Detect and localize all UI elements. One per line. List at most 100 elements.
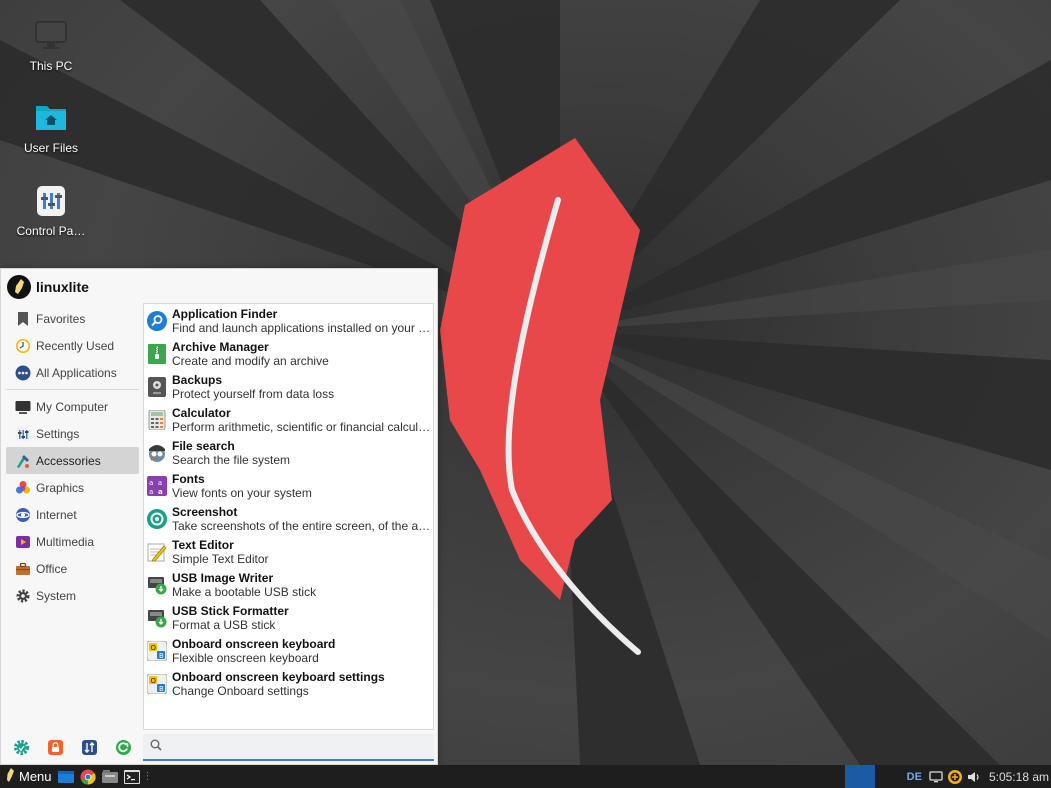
briefcase-icon: [15, 561, 31, 577]
separator-handle-icon: ⋮: [142, 771, 153, 782]
display-icon[interactable]: [928, 769, 944, 785]
file-search-icon: [147, 443, 167, 463]
category-recently-used[interactable]: Recently Used: [6, 332, 139, 359]
menu-header: linuxlite: [7, 275, 89, 299]
app-description: Change Onboard settings: [172, 683, 309, 698]
svg-text:a: a: [158, 488, 163, 496]
category-graphics[interactable]: Graphics: [6, 474, 139, 501]
app-name: Text Editor: [172, 537, 234, 552]
app-item-file-search[interactable]: File search Search the file system: [144, 436, 433, 469]
app-description: Make a bootable USB stick: [172, 584, 317, 599]
menu-footer-actions: [13, 739, 132, 756]
files-icon[interactable]: [101, 769, 118, 785]
text-editor-icon: [147, 542, 167, 562]
category-multimedia[interactable]: Multimedia: [6, 528, 139, 555]
app-description: Search the file system: [172, 452, 291, 467]
app-name: Backups: [172, 372, 223, 387]
search-bar[interactable]: [143, 734, 434, 761]
app-name: Archive Manager: [172, 339, 269, 354]
keyboard-settings-icon: OB: [146, 673, 168, 694]
archive-icon: [147, 343, 167, 364]
category-my-computer[interactable]: My Computer: [6, 393, 139, 420]
username: linuxlite: [36, 279, 89, 295]
avatar[interactable]: [7, 275, 31, 299]
app-item-calculator[interactable]: Calculator Perform arithmetic, scientific…: [144, 403, 433, 436]
all-apps-icon: [15, 365, 31, 381]
logout-icon[interactable]: [115, 739, 132, 756]
gear-icon: [15, 588, 31, 604]
updates-icon[interactable]: [947, 769, 963, 785]
app-name: Onboard onscreen keyboard: [172, 636, 336, 651]
monitor-icon: [33, 18, 69, 54]
desktop-icon-label: User Files: [23, 141, 78, 155]
bookmark-icon: [15, 311, 31, 327]
desktop-icon-user-files[interactable]: User Files: [6, 100, 96, 155]
app-name: USB Stick Formatter: [172, 603, 289, 618]
app-description: Simple Text Editor: [172, 551, 269, 566]
search-input[interactable]: [168, 739, 418, 754]
home-folder-icon: [33, 100, 69, 136]
clock-icon: [15, 338, 31, 354]
app-item-fonts[interactable]: aaaa Fonts View fonts on your system: [144, 469, 433, 502]
control-panel-icon: [33, 183, 69, 219]
search-icon: [150, 739, 162, 754]
app-description: Find and launch applications installed o…: [172, 320, 433, 335]
category-favorites[interactable]: Favorites: [6, 305, 139, 332]
app-item-usb-image-writer[interactable]: USB Image Writer Make a bootable USB stic…: [144, 568, 433, 601]
category-all-applications[interactable]: All Applications: [6, 359, 139, 386]
category-internet[interactable]: Internet: [6, 501, 139, 528]
svg-text:B: B: [159, 685, 164, 693]
clock[interactable]: 5:05:18 am: [989, 770, 1049, 784]
menu-button[interactable]: Menu: [0, 765, 52, 788]
fonts-icon: aaaa: [147, 475, 167, 496]
category-system[interactable]: System: [6, 582, 139, 609]
category-label: My Computer: [36, 399, 109, 414]
category-label: Settings: [36, 426, 80, 441]
category-label: All Applications: [36, 365, 117, 380]
svg-text:B: B: [159, 652, 164, 660]
menu-button-label: Menu: [19, 769, 52, 784]
switch-user-icon[interactable]: [81, 739, 98, 756]
file-manager-icon[interactable]: [57, 769, 74, 785]
keyboard-layout-indicator[interactable]: DE: [907, 771, 922, 783]
app-item-usb-stick-formatter[interactable]: USB Stick Formatter Format a USB stick: [144, 601, 433, 634]
keyboard-icon: OB: [146, 640, 168, 661]
volume-icon[interactable]: [966, 769, 982, 785]
app-description: Perform arithmetic, scientific or financ…: [172, 419, 433, 434]
app-name: Application Finder: [172, 306, 278, 321]
application-menu: linuxlite Favorites Recently Used All Ap…: [0, 268, 438, 765]
app-name: File search: [172, 438, 235, 453]
app-item-text-editor[interactable]: Text Editor Simple Text Editor: [144, 535, 433, 568]
workspace-switcher[interactable]: [844, 765, 875, 788]
category-office[interactable]: Office: [6, 555, 139, 582]
settings-sliders-icon: [15, 426, 31, 442]
settings-manager-icon[interactable]: [13, 739, 30, 756]
terminal-icon[interactable]: [123, 769, 140, 785]
desktop-icon-control-panel[interactable]: Control Pa…: [6, 183, 96, 238]
lock-screen-icon[interactable]: [47, 739, 64, 756]
taskbar: Menu ⋮ DE 5:05:18 am: [0, 765, 1051, 788]
category-accessories[interactable]: Accessories: [6, 447, 139, 474]
desktop-icon-this-pc[interactable]: This PC: [6, 18, 96, 73]
magnifier-icon: [147, 310, 167, 331]
usb-writer-icon: [147, 575, 167, 595]
app-name: Onboard onscreen keyboard settings: [172, 669, 385, 684]
app-description: Format a USB stick: [172, 617, 276, 632]
screenshot-icon: [147, 508, 167, 529]
app-item-application-finder[interactable]: Application Finder Find and launch applic…: [144, 304, 433, 337]
category-label: Office: [36, 561, 68, 576]
app-item-screenshot[interactable]: Screenshot Take screenshots of the entire…: [144, 502, 433, 535]
app-name: Calculator: [172, 405, 231, 420]
multimedia-icon: [15, 534, 31, 550]
category-label: Recently Used: [36, 338, 115, 353]
accessories-icon: [15, 453, 31, 469]
app-item-onboard-keyboard[interactable]: OB Onboard onscreen keyboard Flexible ons…: [144, 634, 433, 667]
app-name: USB Image Writer: [172, 570, 274, 585]
category-settings[interactable]: Settings: [6, 420, 139, 447]
chrome-icon[interactable]: [80, 769, 96, 785]
app-item-onboard-keyboard-settings[interactable]: OB Onboard onscreen keyboard settings Cha…: [144, 667, 433, 700]
app-item-backups[interactable]: Backups Protect yourself from data loss: [144, 370, 433, 403]
feather-icon: [5, 767, 15, 786]
app-item-archive-manager[interactable]: Archive Manager Create and modify an arch…: [144, 337, 433, 370]
app-description: View fonts on your system: [172, 485, 312, 500]
